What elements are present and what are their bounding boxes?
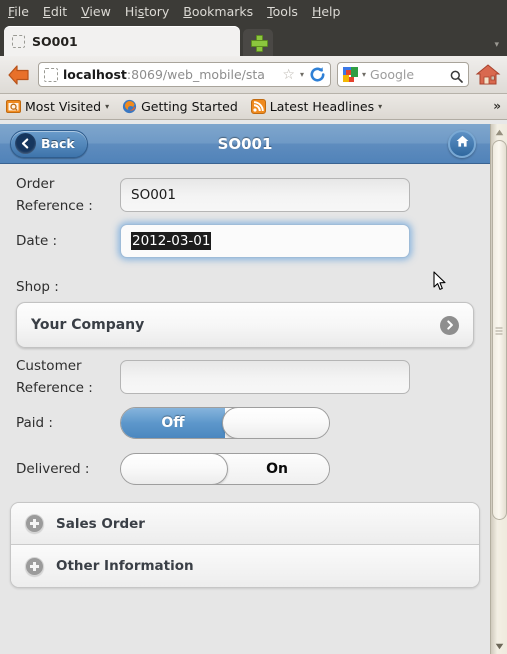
navigation-toolbar: localhost:8069/web_mobile/sta ☆ ▾ ▾ Goog…	[0, 56, 507, 94]
url-text: localhost:8069/web_mobile/sta	[63, 67, 265, 82]
order-reference-value: SO001	[131, 187, 176, 203]
chevron-left-icon	[15, 133, 36, 154]
chevron-down-icon: ▾	[105, 102, 110, 111]
favicon-placeholder-icon	[12, 34, 25, 48]
field-row-order-reference: Order Reference : SO001	[0, 172, 490, 218]
bookmark-label: Most Visited	[25, 99, 102, 114]
shop-value: Your Company	[31, 317, 145, 333]
field-row-delivered: Delivered : On	[0, 446, 490, 492]
bookmarks-toolbar: Most Visited ▾ Getting Started Latest He…	[0, 94, 507, 120]
delivered-toggle[interactable]: On	[120, 453, 330, 485]
plus-icon	[250, 35, 268, 52]
menu-item-file[interactable]: File	[8, 5, 29, 19]
vertical-scrollbar[interactable]	[490, 124, 507, 654]
search-input[interactable]: Google	[370, 67, 446, 82]
field-label-date: Date :	[16, 232, 58, 249]
bookmark-star-icon[interactable]: ☆	[282, 68, 295, 82]
field-row-shop-label: Shop :	[0, 264, 490, 298]
field-label-order-reference: Order Reference :	[16, 175, 93, 214]
new-tab-button[interactable]	[243, 29, 273, 56]
delivered-toggle-off-track: On	[225, 454, 329, 484]
bookmarks-overflow-icon[interactable]: »	[493, 99, 501, 113]
home-button[interactable]	[475, 63, 501, 87]
order-reference-input[interactable]: SO001	[120, 178, 410, 212]
app-back-label: Back	[41, 136, 75, 151]
reload-icon[interactable]	[309, 66, 326, 83]
plus-circle-icon	[25, 514, 44, 533]
field-label-shop: Shop :	[16, 278, 59, 295]
tab-bar: SO001 ▾	[0, 24, 507, 56]
app-home-button[interactable]	[448, 129, 476, 158]
field-row-date: Date : 2012-03-01	[0, 218, 490, 264]
search-icon[interactable]	[450, 68, 463, 83]
scrollbar-thumb[interactable]	[491, 140, 507, 520]
accordion-label: Sales Order	[56, 515, 145, 532]
menu-item-edit[interactable]: Edit	[43, 5, 67, 19]
delivered-toggle-knob[interactable]	[121, 454, 229, 484]
menu-bar: File Edit View History Bookmarks Tools H…	[0, 0, 507, 24]
home-icon	[455, 134, 470, 153]
menu-item-help[interactable]: Help	[312, 5, 341, 19]
most-visited-icon	[6, 99, 21, 114]
google-icon	[343, 67, 358, 82]
paid-toggle-knob[interactable]	[221, 408, 329, 438]
plus-circle-icon	[25, 556, 44, 576]
chevron-down-icon: ▾	[378, 102, 383, 111]
menu-item-bookmarks[interactable]: Bookmarks	[183, 5, 253, 19]
browser-tab[interactable]: SO001	[4, 26, 240, 56]
site-favicon-placeholder-icon	[44, 67, 58, 82]
scrollbar-grip-icon	[495, 327, 503, 335]
date-value: 2012-03-01	[131, 232, 212, 250]
bookmark-getting-started[interactable]: Getting Started	[122, 99, 238, 114]
customer-reference-input[interactable]	[120, 360, 410, 394]
browser-window: File Edit View History Bookmarks Tools H…	[0, 0, 507, 654]
tab-list-chevron-down-icon[interactable]: ▾	[494, 40, 499, 50]
accordion-label: Other Information	[56, 558, 194, 574]
delivered-toggle-off-label: On	[266, 461, 288, 477]
menu-item-tools[interactable]: Tools	[267, 5, 298, 19]
paid-toggle-label: Off	[161, 415, 185, 431]
scroll-up-arrow-icon[interactable]	[491, 124, 507, 140]
field-label-customer-reference: Customer Reference :	[16, 357, 93, 396]
date-input[interactable]: 2012-03-01	[120, 224, 410, 258]
search-engine-chevron-down-icon[interactable]: ▾	[362, 70, 366, 79]
shop-select[interactable]: Your Company	[16, 302, 474, 348]
scrollbar-track[interactable]	[491, 140, 507, 638]
bookmark-label: Latest Headlines	[269, 99, 375, 114]
accordion-item-sales-order[interactable]: Sales Order	[11, 503, 479, 545]
bookmark-most-visited[interactable]: Most Visited ▾	[6, 99, 109, 114]
rss-icon	[250, 99, 266, 114]
field-row-paid: Paid : Off	[0, 400, 490, 446]
menu-item-view[interactable]: View	[81, 5, 111, 19]
back-button[interactable]	[6, 62, 32, 88]
accordion-list: Sales Order Other Information	[10, 502, 480, 588]
chevron-right-icon	[440, 315, 459, 335]
accordion-item-other-information[interactable]: Other Information	[11, 545, 479, 587]
paid-toggle-on-track: Off	[121, 408, 225, 438]
url-bar[interactable]: localhost:8069/web_mobile/sta ☆ ▾	[38, 62, 331, 87]
search-bar[interactable]: ▾ Google	[337, 62, 469, 87]
scroll-down-arrow-icon[interactable]	[491, 638, 507, 654]
field-label-delivered: Delivered :	[16, 460, 90, 477]
field-row-customer-reference: Customer Reference :	[0, 354, 490, 400]
page-viewport: Back SO001 Order Reference : SO001 Date …	[0, 124, 507, 654]
tab-title: SO001	[32, 33, 78, 49]
paid-toggle[interactable]: Off	[120, 407, 330, 439]
app-header: Back SO001	[0, 124, 490, 164]
url-dropdown-chevron-down-icon[interactable]: ▾	[300, 70, 304, 79]
firefox-icon	[122, 99, 137, 114]
bookmark-latest-headlines[interactable]: Latest Headlines ▾	[250, 99, 383, 114]
sale-order-form: Order Reference : SO001 Date : 2012-03-0…	[0, 164, 490, 588]
app-back-button[interactable]: Back	[10, 129, 88, 158]
field-label-paid: Paid :	[16, 414, 53, 431]
bookmark-label: Getting Started	[141, 99, 238, 114]
menu-item-history[interactable]: History	[125, 5, 169, 19]
